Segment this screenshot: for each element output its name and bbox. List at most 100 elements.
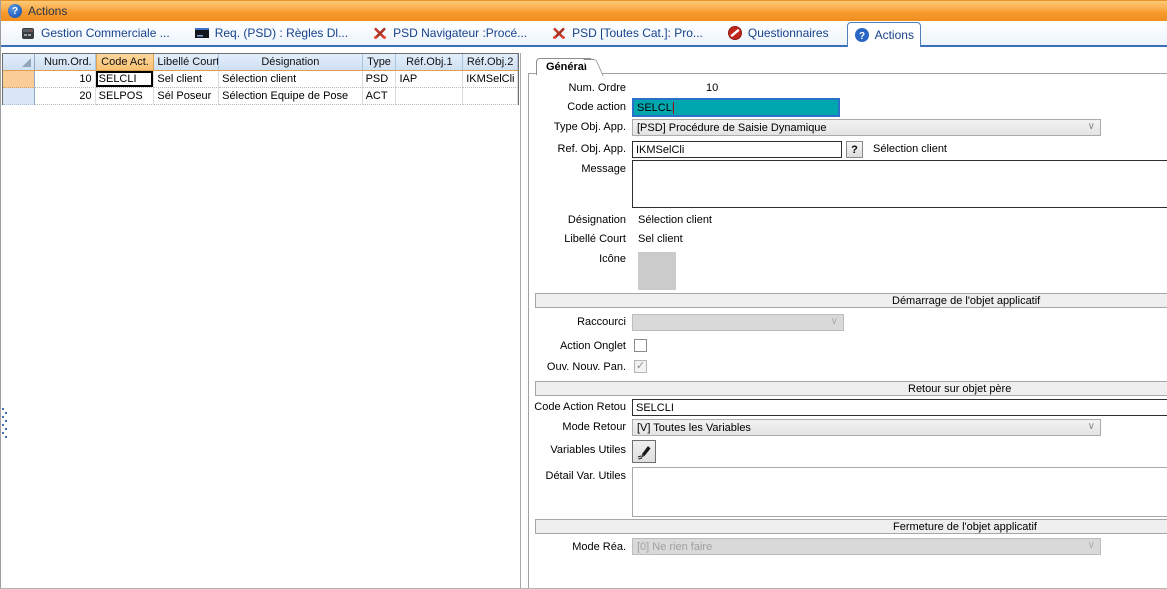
svg-text:?: ?: [859, 31, 865, 42]
column-header-code-act[interactable]: Code Act.: [96, 54, 155, 70]
column-header-designation[interactable]: Désignation: [219, 54, 362, 70]
tab-label: Gestion Commerciale ...: [41, 26, 170, 40]
window-title: Actions: [28, 4, 67, 18]
forbidden-icon: [727, 25, 743, 41]
detail-var-utiles-label: Détail Var. Utiles: [516, 470, 626, 482]
icone-placeholder[interactable]: [638, 252, 676, 290]
column-header-ref-obj-2[interactable]: Réf.Obj.2: [463, 54, 518, 70]
tab-label: Questionnaires: [748, 26, 829, 40]
libelle-court-value: Sel client: [638, 233, 683, 245]
cell-designation[interactable]: Sélection Equipe de Pose: [219, 88, 362, 105]
grid-corner-cell[interactable]: [3, 54, 35, 70]
tab-psd-navigateur[interactable]: PSD Navigateur :Procé...: [366, 22, 533, 45]
chevron-down-icon: ∨: [1088, 540, 1095, 551]
row-selector[interactable]: [3, 88, 35, 105]
tab-questionnaires[interactable]: Questionnaires: [721, 22, 835, 45]
type-obj-app-label: Type Obj. App.: [516, 121, 626, 133]
text-caret: [673, 102, 674, 114]
table-row[interactable]: 10 SELCLI Sel client Sélection client PS…: [3, 71, 518, 88]
selected-value: [V] Toutes les Variables: [637, 422, 751, 434]
mode-rea-select-disabled: [0] Ne rien faire ∨: [632, 538, 1101, 555]
tab-label: Général: [546, 61, 587, 73]
red-tools-icon: [551, 25, 567, 41]
red-tools-icon: [372, 25, 388, 41]
cell-ref-obj-1[interactable]: IAP: [396, 71, 463, 88]
tab-psd-toutes-cat[interactable]: PSD [Toutes Cat.]: Pro...: [545, 22, 709, 45]
cell-type[interactable]: PSD: [363, 71, 397, 88]
variables-utiles-button[interactable]: [632, 440, 656, 463]
code-action-retour-input[interactable]: [633, 400, 1167, 415]
column-header-libelle-court[interactable]: Libellé Court: [154, 54, 219, 70]
lookup-help-button[interactable]: ?: [846, 141, 863, 158]
cell-code-act-focused[interactable]: SELCLI: [96, 71, 155, 88]
cell-designation[interactable]: Sélection client: [219, 71, 362, 88]
action-onglet-checkbox[interactable]: [634, 339, 647, 352]
tab-req-psd-regles[interactable]: Req. (PSD) : Règles Dl...: [188, 22, 354, 45]
cash-register-icon: [20, 25, 36, 41]
raccourci-select-disabled: ∨: [632, 314, 844, 331]
selected-value: [0] Ne rien faire: [637, 541, 712, 553]
table-row[interactable]: 20 SELPOS Sél Poseur Sélection Equipe de…: [3, 88, 518, 105]
code-action-field-wrap: [632, 98, 840, 117]
code-action-label: Code action: [516, 101, 626, 113]
cell-code-act[interactable]: SELPOS: [96, 88, 155, 105]
chevron-down-icon: ∨: [1088, 421, 1095, 432]
section-demarrage-bar: Démarrage de l'objet applicatif: [535, 293, 1167, 308]
mode-retour-select[interactable]: [V] Toutes les Variables ∨: [632, 419, 1101, 436]
question-icon: ?: [851, 144, 858, 156]
type-obj-app-select[interactable]: [PSD] Procédure de Saisie Dynamique ∨: [632, 119, 1101, 136]
application-window: ? Actions Gestion Commerciale ... Req. (…: [0, 0, 1167, 589]
actions-grid: Num.Ord. Code Act. Libellé Court Désigna…: [2, 53, 519, 105]
tab-label: Req. (PSD) : Règles Dl...: [215, 26, 348, 40]
tab-label: Actions: [875, 28, 914, 42]
column-header-type[interactable]: Type: [363, 54, 397, 70]
tab-label: PSD Navigateur :Procé...: [393, 26, 527, 40]
cell-ref-obj-2[interactable]: IKMSelCli: [463, 71, 518, 88]
section-fermeture-bar: Fermeture de l'objet applicatif: [535, 519, 1167, 534]
tab-label: PSD [Toutes Cat.]: Pro...: [572, 26, 703, 40]
writing-hand-icon: [636, 444, 652, 460]
mode-retour-label: Mode Retour: [516, 421, 626, 433]
cell-ref-obj-2[interactable]: [463, 88, 518, 105]
variables-utiles-label: Variables Utiles: [516, 444, 626, 456]
ref-obj-app-description: Sélection client: [873, 143, 947, 155]
detail-var-utiles-textarea[interactable]: [632, 467, 1167, 517]
cell-type[interactable]: ACT: [363, 88, 397, 105]
ref-obj-app-label: Ref. Obj. App.: [516, 143, 626, 155]
section-title: Fermeture de l'objet applicatif: [893, 521, 1037, 533]
ref-obj-app-input[interactable]: [633, 142, 841, 157]
code-action-input[interactable]: [634, 102, 838, 114]
cell-libelle-court[interactable]: Sél Poseur: [154, 88, 219, 105]
panel-border: [528, 73, 1167, 74]
cell-ref-obj-1[interactable]: [396, 88, 463, 105]
select-all-triangle-icon: [22, 58, 31, 67]
ref-obj-app-field-wrap: [632, 141, 842, 158]
ouv-nouv-pan-label: Ouv. Nouv. Pan.: [516, 361, 626, 373]
section-retour-bar: Retour sur objet père: [535, 381, 1167, 396]
cell-libelle-court[interactable]: Sel client: [154, 71, 219, 88]
icone-label: Icône: [516, 253, 626, 265]
tab-gestion-commerciale[interactable]: Gestion Commerciale ...: [14, 22, 176, 45]
cell-num-ord[interactable]: 20: [35, 88, 96, 105]
cell-num-ord[interactable]: 10: [35, 71, 96, 88]
message-textarea[interactable]: [632, 160, 1167, 208]
raccourci-label: Raccourci: [516, 316, 626, 328]
code-action-retour-field-wrap: [632, 399, 1167, 416]
ouv-nouv-pan-checkbox-checked: ✓: [634, 360, 647, 373]
selected-value: [PSD] Procédure de Saisie Dynamique: [637, 122, 827, 134]
tab-general[interactable]: Général: [536, 58, 591, 75]
column-header-ref-obj-1[interactable]: Réf.Obj.1: [396, 54, 463, 70]
libelle-court-label: Libellé Court: [516, 233, 626, 245]
tab-actions-active[interactable]: ? Actions: [847, 22, 921, 47]
message-label: Message: [516, 163, 626, 175]
help-icon: ?: [854, 27, 870, 43]
document-tab-bar: Gestion Commerciale ... Req. (PSD) : Règ…: [1, 21, 1167, 47]
action-onglet-label: Action Onglet: [516, 340, 626, 352]
num-ordre-value: 10: [706, 82, 718, 94]
check-icon: ✓: [636, 360, 645, 372]
splitter-grip[interactable]: [2, 408, 7, 440]
row-selector[interactable]: [3, 71, 35, 88]
code-action-retour-label: Code Action Retou: [516, 401, 626, 413]
console-window-icon: [194, 25, 210, 41]
column-header-num-ord[interactable]: Num.Ord.: [35, 54, 96, 70]
